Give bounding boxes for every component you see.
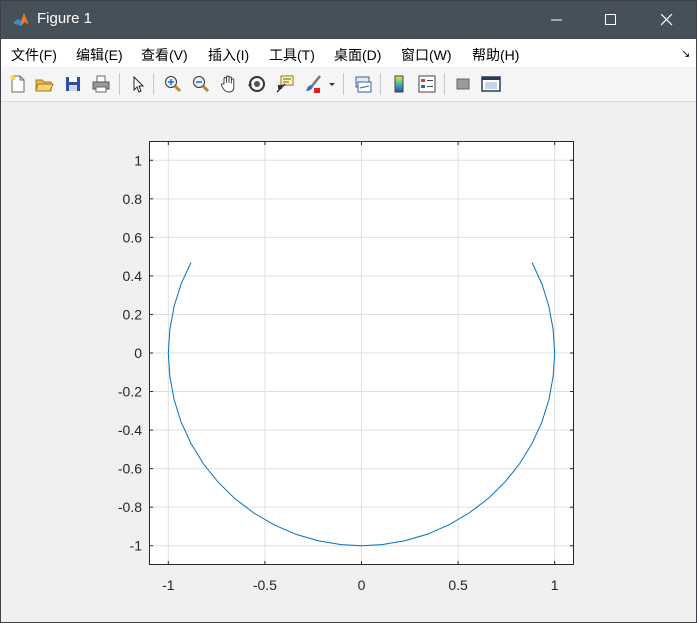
plot-axes[interactable]: -1 -0.5 0 0.5 1 1 0.8 0.6 0.4 0.2 0 -0.2 -0.4 -0.6 -0.… <box>1 102 696 622</box>
x-tick-label: 0 <box>358 577 366 593</box>
minimize-button[interactable] <box>534 1 580 39</box>
toolbar-separator <box>343 73 344 95</box>
menu-help[interactable]: 帮助(H) <box>472 45 519 65</box>
rotate-3d-icon[interactable] <box>247 74 267 94</box>
dock-figure-icon[interactable]: ↘ <box>681 47 690 60</box>
x-tick-label: -1 <box>162 577 175 593</box>
data-cursor-icon[interactable] <box>275 74 295 94</box>
y-tick-label: -0.6 <box>118 461 142 477</box>
y-tick-label: 0.6 <box>123 229 143 245</box>
y-tick-label: 1 <box>134 152 142 168</box>
menu-bar: 文件(F) 编辑(E) 查看(V) 插入(I) 工具(T) 桌面(D) 窗口(W… <box>1 39 696 67</box>
minimize-icon <box>551 19 562 21</box>
y-tick-label: -0.2 <box>118 384 142 400</box>
brush-dropdown-icon[interactable] <box>327 74 337 94</box>
menu-window[interactable]: 窗口(W) <box>401 45 452 65</box>
close-button[interactable] <box>644 1 690 39</box>
menu-desktop[interactable]: 桌面(D) <box>334 45 381 65</box>
x-tick-label: 1 <box>551 577 559 593</box>
show-plot-tools-icon[interactable] <box>481 74 501 94</box>
toolbar-separator <box>444 73 445 95</box>
link-plot-icon[interactable] <box>353 74 373 94</box>
save-icon[interactable] <box>63 74 83 94</box>
x-tick-label: 0.5 <box>448 577 468 593</box>
menu-edit[interactable]: 编辑(E) <box>76 45 123 65</box>
print-icon[interactable] <box>91 74 111 94</box>
brush-icon[interactable] <box>303 74 323 94</box>
legend-icon[interactable] <box>417 74 437 94</box>
pan-icon[interactable] <box>219 74 239 94</box>
zoom-in-icon[interactable] <box>163 74 183 94</box>
y-tick-label: -0.4 <box>118 422 142 438</box>
figure-canvas[interactable]: -1 -0.5 0 0.5 1 1 0.8 0.6 0.4 0.2 0 -0.2 -0.4 -0.6 -0.… <box>1 102 696 622</box>
y-tick-label: 0.4 <box>123 268 143 284</box>
open-file-icon[interactable] <box>34 74 54 94</box>
hide-plot-tools-icon[interactable] <box>453 74 473 94</box>
new-figure-icon[interactable] <box>8 74 28 94</box>
toolbar-separator <box>153 73 154 95</box>
figure-toolbar <box>1 67 696 102</box>
maximize-icon <box>605 14 616 25</box>
edit-plot-icon[interactable] <box>128 74 148 94</box>
zoom-out-icon[interactable] <box>191 74 211 94</box>
x-tick-label: -0.5 <box>253 577 277 593</box>
y-tick-label: 0 <box>134 345 142 361</box>
menu-file[interactable]: 文件(F) <box>11 45 57 65</box>
menu-tools[interactable]: 工具(T) <box>269 45 315 65</box>
matlab-logo-icon <box>13 13 29 26</box>
maximize-button[interactable] <box>588 1 634 39</box>
title-bar[interactable]: Figure 1 <box>1 1 696 39</box>
toolbar-separator <box>380 73 381 95</box>
window-title: Figure 1 <box>37 10 93 27</box>
colorbar-icon[interactable] <box>389 74 409 94</box>
y-tick-label: 0.2 <box>123 306 143 322</box>
y-tick-label: -0.8 <box>118 499 142 515</box>
toolbar-separator <box>119 73 120 95</box>
menu-insert[interactable]: 插入(I) <box>208 45 249 65</box>
y-tick-label: 0.8 <box>123 191 143 207</box>
close-icon <box>661 14 673 26</box>
y-tick-label: -1 <box>130 538 143 554</box>
menu-view[interactable]: 查看(V) <box>141 45 188 65</box>
figure-window: Figure 1 文件(F) 编辑(E) 查看(V) 插入(I) 工具(T) 桌… <box>0 0 697 623</box>
